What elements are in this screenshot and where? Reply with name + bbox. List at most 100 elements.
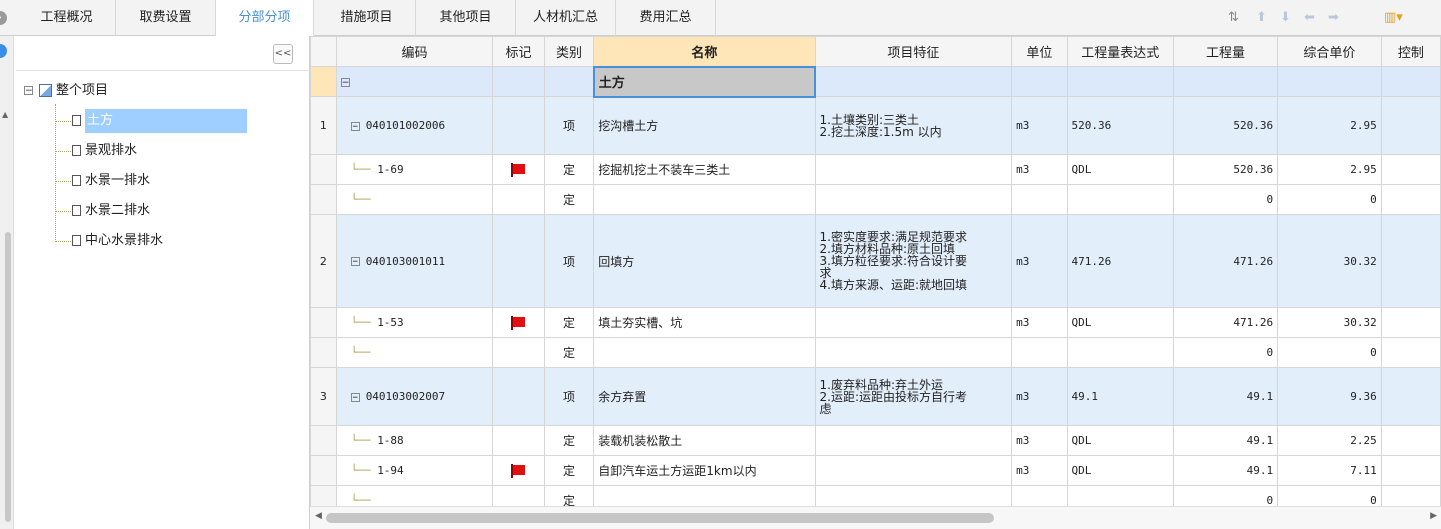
header-control[interactable]: 控制 (1380, 36, 1441, 67)
collapse-icon[interactable]: − (24, 86, 33, 96)
header-features[interactable]: 项目特征 (814, 36, 1013, 67)
quantity-expression-cell[interactable]: QDL (1066, 455, 1174, 486)
quota-row[interactable]: └── 1-53 定填土夯实槽、坑 m3 QDL 471.26 30.32 (310, 307, 1441, 338)
mark-cell[interactable] (492, 307, 545, 338)
features-cell[interactable] (814, 184, 1013, 215)
mark-cell[interactable] (492, 184, 545, 215)
code-cell[interactable]: └── 1-94 (335, 455, 494, 486)
quantity-expression-cell[interactable]: QDL (1066, 425, 1174, 456)
code-cell[interactable]: −040103002007 (335, 367, 494, 426)
tab-other-items[interactable]: 其他项目 (416, 0, 516, 36)
tree-root[interactable]: − 整个项目 (24, 80, 108, 102)
unit-price-cell[interactable]: 9.36 (1277, 367, 1382, 426)
category-cell[interactable]: 定 (543, 485, 595, 506)
control-cell[interactable] (1380, 96, 1441, 155)
move-left-icon[interactable]: ⬅ (1304, 0, 1315, 36)
control-cell[interactable] (1380, 154, 1441, 185)
quantity-cell[interactable]: 471.26 (1172, 307, 1279, 338)
name-cell[interactable]: 填土夯实槽、坑 (593, 307, 816, 338)
header-quantity[interactable]: 工程量 (1172, 36, 1279, 67)
quantity-expression-cell[interactable] (1066, 184, 1174, 215)
unit-cell[interactable] (1011, 184, 1068, 215)
category-cell[interactable]: 定 (543, 425, 595, 456)
quantity-cell[interactable]: 49.1 (1172, 425, 1279, 456)
header-mark[interactable]: 标记 (492, 36, 545, 67)
features-cell[interactable]: 1.土壤类别:三类土 2.挖土深度:1.5m 以内 (814, 96, 1013, 155)
code-cell[interactable]: └── 1-69 (335, 154, 494, 185)
features-cell[interactable]: 1.密实度要求:满足规范要求 2.填方材料品种:原土回填 3.填方粒径要求:符合设计… (814, 214, 1013, 308)
sort-icon[interactable]: ⇅ (1228, 0, 1239, 36)
section-toggle-cell[interactable]: − (335, 66, 494, 97)
features-cell[interactable]: 1.废弃料品种:弃土外运 2.运距:运距由投标方自行考虑 (814, 367, 1013, 426)
name-cell[interactable]: 自卸汽车运土方运距1km以内 (593, 455, 816, 486)
scroll-left-icon[interactable]: ◀ (315, 511, 322, 521)
tab-cost-summary[interactable]: 费用汇总 (616, 0, 716, 36)
quantity-cell[interactable]: 0 (1172, 337, 1279, 368)
control-cell[interactable] (1380, 485, 1441, 506)
unit-price-cell[interactable]: 2.95 (1277, 96, 1382, 155)
mark-cell[interactable] (492, 154, 545, 185)
tree-node-central-waterscape-drainage[interactable]: 中心水景排水 (72, 229, 163, 253)
section-row[interactable]: − 土方 (310, 65, 1441, 98)
collapse-icon[interactable]: − (350, 392, 360, 402)
code-cell[interactable]: └── (335, 337, 494, 368)
code-cell[interactable]: └── 1-88 (335, 425, 494, 456)
mark-cell[interactable] (492, 485, 545, 506)
unit-cell[interactable]: m3 (1011, 96, 1068, 155)
quantity-expression-cell[interactable] (1066, 337, 1174, 368)
name-cell[interactable] (593, 337, 816, 368)
header-name[interactable]: 名称 (593, 36, 816, 67)
features-cell[interactable] (814, 455, 1013, 486)
quantity-cell[interactable]: 471.26 (1172, 214, 1279, 308)
features-cell[interactable] (814, 485, 1013, 506)
unit-cell[interactable]: m3 (1011, 307, 1068, 338)
category-cell[interactable]: 定 (543, 337, 595, 368)
code-cell[interactable]: −040103001011 (335, 214, 494, 308)
control-cell[interactable] (1380, 367, 1441, 426)
name-cell[interactable] (593, 184, 816, 215)
tree-node-earthwork[interactable]: 土方 (72, 109, 247, 133)
collapse-icon[interactable]: − (350, 257, 360, 267)
code-cell[interactable]: └── (335, 485, 494, 506)
name-cell[interactable] (593, 485, 816, 506)
quantity-cell[interactable]: 49.1 (1172, 367, 1279, 426)
unit-cell[interactable]: m3 (1011, 455, 1068, 486)
category-cell[interactable]: 项 (543, 367, 595, 426)
unit-price-cell[interactable]: 0 (1277, 184, 1382, 215)
quota-row[interactable]: └── 定 00 (310, 337, 1441, 368)
nav-circle-icon[interactable]: › (0, 11, 7, 25)
tab-fee-settings[interactable]: 取费设置 (116, 0, 216, 36)
control-cell[interactable] (1380, 214, 1441, 308)
unit-price-cell[interactable]: 0 (1277, 337, 1382, 368)
tree-node-landscape-drainage[interactable]: 景观排水 (72, 139, 137, 163)
tab-sub-items[interactable]: 分部分项 (216, 0, 314, 36)
unit-price-cell[interactable]: 30.32 (1277, 307, 1382, 338)
header-code[interactable]: 编码 (335, 36, 494, 67)
features-cell[interactable] (814, 154, 1013, 185)
control-cell[interactable] (1380, 425, 1441, 456)
mark-cell[interactable] (492, 337, 545, 368)
mark-cell[interactable] (492, 96, 545, 155)
category-cell[interactable]: 定 (543, 455, 595, 486)
quantity-expression-cell[interactable]: QDL (1066, 154, 1174, 185)
quota-row[interactable]: └── 1-94 定自卸汽车运土方运距1km以内 m3 QDL 49.1 7.11 (310, 455, 1441, 486)
tree-node-waterscape-1-drainage[interactable]: 水景一排水 (72, 169, 150, 193)
quantity-expression-cell[interactable]: 471.26 (1066, 214, 1174, 308)
quantity-expression-cell[interactable] (1066, 485, 1174, 506)
unit-price-cell[interactable]: 30.32 (1277, 214, 1382, 308)
unit-price-cell[interactable]: 7.11 (1277, 455, 1382, 486)
unit-cell[interactable]: m3 (1011, 425, 1068, 456)
control-cell[interactable] (1380, 307, 1441, 338)
code-cell[interactable]: └── (335, 184, 494, 215)
header-category[interactable]: 类别 (543, 36, 595, 67)
mark-cell[interactable] (492, 425, 545, 456)
scroll-thumb[interactable] (326, 513, 994, 523)
move-right-icon[interactable]: ➡ (1328, 0, 1339, 36)
control-cell[interactable] (1380, 455, 1441, 486)
control-cell[interactable] (1380, 184, 1441, 215)
tab-measures[interactable]: 措施项目 (318, 0, 416, 36)
features-cell[interactable] (814, 425, 1013, 456)
unit-cell[interactable]: m3 (1011, 214, 1068, 308)
mark-cell[interactable] (492, 455, 545, 486)
move-down-icon[interactable]: ⬇ (1280, 0, 1291, 36)
